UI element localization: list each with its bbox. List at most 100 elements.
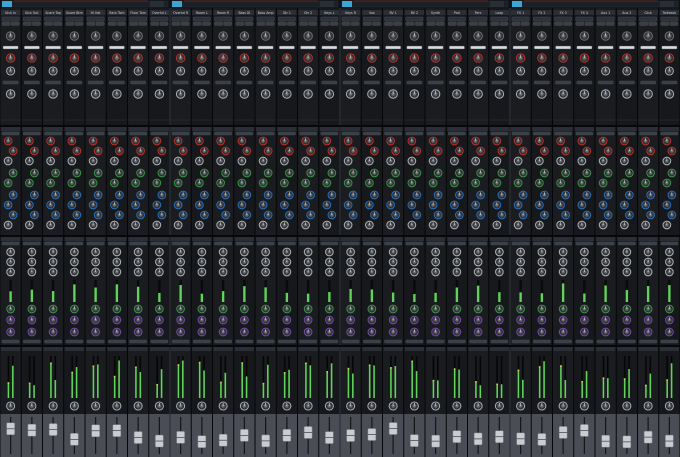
dyn-in-button[interactable]: [278, 241, 296, 246]
bank-tab-menu[interactable]: [490, 1, 504, 7]
lpf-knob[interactable]: [176, 66, 186, 76]
trim-knob[interactable]: [303, 89, 313, 99]
filter-in-button[interactable]: [619, 80, 635, 85]
ratio-knob[interactable]: [643, 257, 653, 267]
eq-knob[interactable]: [428, 156, 438, 166]
eq-knob[interactable]: [535, 220, 544, 230]
eq-knob[interactable]: [51, 190, 60, 200]
dyn-in-button[interactable]: [469, 241, 487, 246]
eq-knob[interactable]: [237, 220, 247, 230]
insert-button[interactable]: [406, 45, 423, 50]
eq-knob[interactable]: [178, 210, 188, 220]
eq-knob[interactable]: [391, 146, 400, 156]
hpf-knob[interactable]: [282, 53, 292, 63]
eq-knob[interactable]: [471, 136, 480, 146]
dyn-in-button[interactable]: [448, 241, 466, 246]
eq-knob[interactable]: [258, 178, 268, 188]
hpf-knob[interactable]: [430, 53, 441, 63]
hpf-knob[interactable]: [622, 53, 632, 63]
eq-knob[interactable]: [327, 168, 337, 178]
gain-knob[interactable]: [622, 31, 632, 41]
filter-in-button[interactable]: [45, 80, 61, 85]
eq-knob[interactable]: [72, 210, 82, 220]
makeup-knob[interactable]: [27, 315, 37, 325]
eq-knob[interactable]: [433, 210, 443, 220]
trim-knob[interactable]: [218, 89, 228, 99]
bank-tab[interactable]: [511, 0, 679, 8]
filter-in-button[interactable]: [406, 80, 423, 85]
mix-knob[interactable]: [473, 327, 483, 337]
release-knob[interactable]: [133, 304, 143, 314]
dyn-in-button[interactable]: [235, 241, 254, 246]
sidechain-button[interactable]: [575, 339, 594, 344]
eq-knob[interactable]: [242, 210, 252, 220]
eq-in-button[interactable]: [469, 131, 487, 136]
makeup-knob[interactable]: [495, 315, 504, 325]
hpf-knob[interactable]: [218, 53, 228, 63]
eq-knob[interactable]: [157, 146, 167, 156]
release-knob[interactable]: [325, 304, 334, 314]
release-knob[interactable]: [537, 304, 547, 314]
eq-knob[interactable]: [518, 190, 528, 200]
pan-knob[interactable]: [367, 401, 377, 411]
dyn-in-button[interactable]: [44, 241, 62, 246]
eq-in-button[interactable]: [299, 131, 317, 136]
threshold-knob[interactable]: [27, 247, 37, 257]
lpf-knob[interactable]: [346, 66, 356, 76]
eq-knob[interactable]: [662, 220, 672, 230]
eq-knob[interactable]: [561, 190, 570, 200]
ratio-knob[interactable]: [516, 257, 525, 267]
phantom-button[interactable]: [499, 21, 509, 26]
dyn-in-button[interactable]: [341, 241, 360, 246]
filter-in-button[interactable]: [279, 80, 295, 85]
eq-knob[interactable]: [577, 220, 587, 230]
mix-knob[interactable]: [70, 327, 79, 337]
mix-knob[interactable]: [197, 327, 207, 337]
insert-button[interactable]: [491, 45, 508, 50]
dyn-in-button[interactable]: [533, 241, 551, 246]
trim-knob[interactable]: [112, 89, 122, 99]
phase-button[interactable]: [490, 21, 500, 26]
dyn-in-button[interactable]: [618, 241, 636, 246]
hpf-knob[interactable]: [90, 53, 101, 63]
release-knob[interactable]: [473, 304, 483, 314]
pan-knob[interactable]: [239, 401, 249, 411]
gain-knob[interactable]: [409, 31, 420, 41]
ratio-knob[interactable]: [91, 257, 100, 267]
release-knob[interactable]: [495, 304, 504, 314]
phase-button[interactable]: [363, 21, 372, 26]
phantom-button[interactable]: [265, 21, 275, 26]
pan-knob[interactable]: [112, 401, 122, 411]
pan-knob[interactable]: [409, 401, 419, 411]
threshold-knob[interactable]: [558, 247, 568, 257]
hpf-knob[interactable]: [452, 53, 462, 63]
phantom-button[interactable]: [95, 21, 105, 26]
hpf-knob[interactable]: [473, 53, 483, 63]
sidechain-button[interactable]: [341, 339, 360, 344]
trim-knob[interactable]: [345, 89, 356, 99]
eq-knob[interactable]: [433, 168, 443, 178]
mix-knob[interactable]: [431, 327, 440, 337]
mix-knob[interactable]: [112, 327, 122, 337]
eq-knob[interactable]: [131, 156, 140, 166]
eq-knob[interactable]: [237, 136, 247, 146]
eq-knob[interactable]: [598, 156, 608, 166]
input-select-button[interactable]: [150, 16, 169, 22]
insert-button[interactable]: [619, 45, 635, 50]
insert-button[interactable]: [2, 45, 19, 50]
eq-knob[interactable]: [540, 146, 549, 156]
trim-knob[interactable]: [367, 89, 377, 99]
hpf-knob[interactable]: [600, 53, 611, 63]
eq-knob[interactable]: [173, 200, 183, 210]
eq-knob[interactable]: [582, 168, 592, 178]
eq-knob[interactable]: [556, 156, 565, 166]
gain-knob[interactable]: [48, 31, 58, 41]
lpf-knob[interactable]: [303, 66, 313, 76]
eq-knob[interactable]: [152, 220, 162, 230]
trim-knob[interactable]: [473, 89, 483, 99]
dyn-in-button[interactable]: [193, 241, 211, 246]
pan-knob[interactable]: [516, 401, 526, 411]
trim-knob[interactable]: [515, 89, 526, 99]
eq-knob[interactable]: [450, 156, 459, 166]
eq-knob[interactable]: [178, 146, 188, 156]
